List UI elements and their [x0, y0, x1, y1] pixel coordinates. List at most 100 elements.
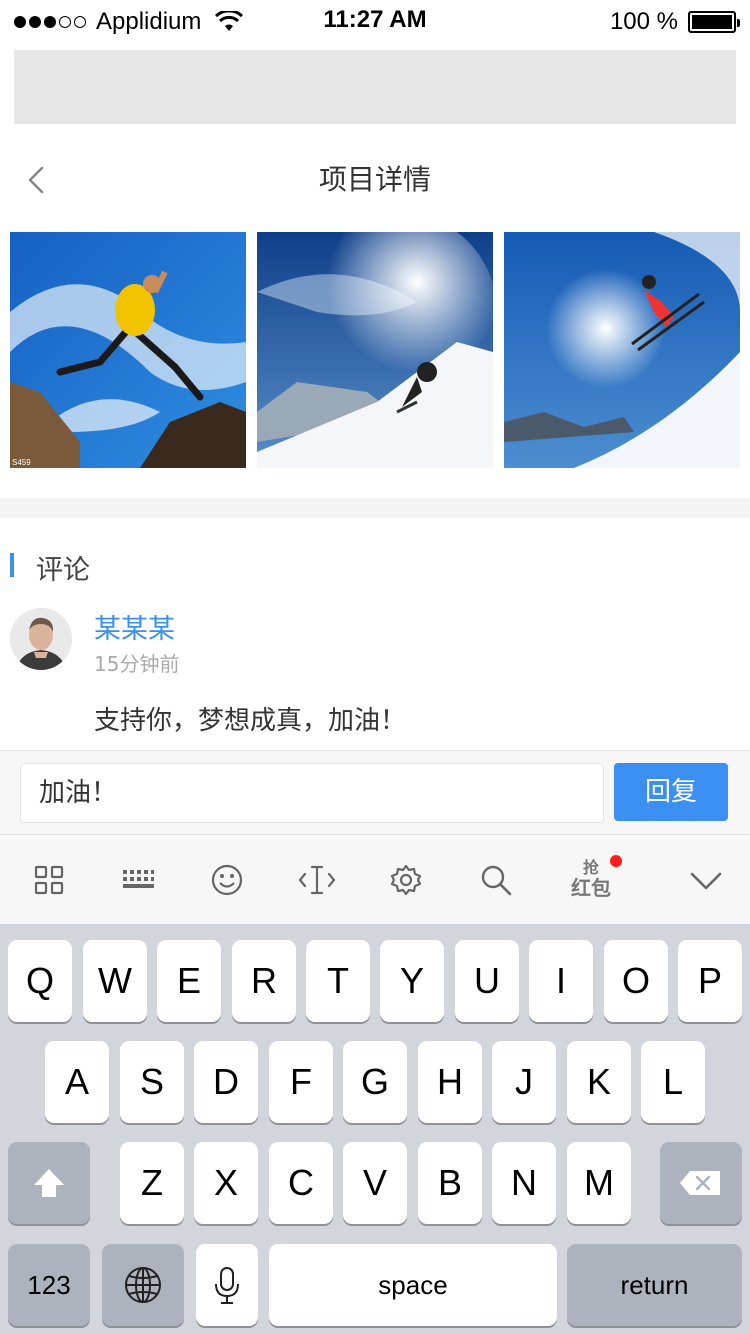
key-j[interactable]: J	[492, 1041, 556, 1123]
return-key[interactable]: return	[567, 1244, 742, 1326]
key-g[interactable]: G	[343, 1041, 407, 1123]
comments-title: 评论	[36, 555, 90, 586]
key-s[interactable]: S	[120, 1041, 184, 1123]
key-label: I	[555, 960, 566, 1001]
key-i[interactable]: I	[529, 940, 593, 1022]
skier-snow-spray-image[interactable]	[257, 232, 493, 468]
key-y[interactable]: Y	[380, 940, 444, 1022]
key-label: N	[511, 1162, 537, 1203]
key-n[interactable]: N	[492, 1142, 556, 1224]
photo-gallery: S459	[10, 232, 740, 468]
keyboard-toolbar: 抢 红包	[0, 834, 750, 924]
key-label: G	[360, 1061, 389, 1102]
key-b[interactable]: B	[418, 1142, 482, 1224]
battery-icon	[688, 11, 740, 33]
key-k[interactable]: K	[567, 1041, 631, 1123]
red-packet-label-bottom: 红包	[571, 876, 611, 900]
key-c[interactable]: C	[269, 1142, 333, 1224]
backspace-key[interactable]	[660, 1142, 742, 1224]
shift-icon	[34, 1169, 64, 1197]
key-label: W	[98, 960, 132, 1001]
section-divider	[0, 498, 750, 518]
key-label: R	[251, 960, 277, 1001]
backspace-icon	[680, 1171, 720, 1195]
key-label: U	[474, 960, 500, 1001]
notification-badge	[610, 855, 622, 867]
nav-bar: 项目详情	[0, 140, 750, 220]
key-label: P	[697, 960, 722, 1001]
reply-button[interactable]: 回复	[614, 763, 728, 821]
key-t[interactable]: T	[306, 940, 370, 1022]
key-label: E	[176, 960, 201, 1001]
key-o[interactable]: O	[604, 940, 668, 1022]
photo-caption: S459	[12, 458, 31, 467]
battery-percentage: 100 %	[609, 8, 678, 35]
key-label: F	[290, 1061, 312, 1102]
key-v[interactable]: V	[343, 1142, 407, 1224]
key-q[interactable]: Q	[8, 940, 72, 1022]
key-h[interactable]: H	[418, 1041, 482, 1123]
red-packet-icon[interactable]: 抢 红包	[568, 859, 614, 903]
comment-text: 支持你，梦想成真，加油！	[94, 706, 407, 736]
shift-key[interactable]	[8, 1142, 90, 1224]
keyboard-icon[interactable]	[118, 860, 158, 900]
status-bar: Applidium 11:27 AM 100 %	[0, 0, 750, 42]
skier-jumping-image[interactable]	[504, 232, 740, 468]
key-label: H	[437, 1061, 463, 1102]
space-key[interactable]: space	[269, 1244, 557, 1326]
comments-header: 评论	[0, 540, 750, 590]
microphone-icon	[215, 1267, 239, 1304]
globe-icon	[125, 1267, 161, 1303]
key-label: D	[213, 1061, 239, 1102]
search-icon[interactable]	[476, 860, 516, 900]
key-label: K	[586, 1061, 611, 1102]
key-r[interactable]: R	[232, 940, 296, 1022]
key-label: Z	[141, 1162, 163, 1203]
key-label: S	[139, 1061, 164, 1102]
page-title: 项目详情	[318, 163, 431, 196]
key-label: O	[621, 960, 650, 1001]
key-label: J	[515, 1061, 533, 1102]
status-right: 100 %	[609, 8, 740, 36]
emoji-icon[interactable]	[207, 860, 247, 900]
key-f[interactable]: F	[269, 1041, 333, 1123]
keyboard: Q W E R T Y U I O P A S D F G H J K L Z …	[0, 924, 750, 1334]
key-label: V	[362, 1162, 387, 1203]
key-l[interactable]: L	[641, 1041, 705, 1123]
key-e[interactable]: E	[157, 940, 221, 1022]
banner-placeholder	[14, 50, 736, 124]
key-label: Q	[25, 960, 54, 1001]
chevron-down-icon[interactable]	[686, 860, 726, 900]
key-label: A	[64, 1061, 89, 1102]
section-accent-bar	[10, 553, 14, 577]
key-w[interactable]: W	[83, 940, 147, 1022]
cursor-icon[interactable]	[297, 860, 337, 900]
numbers-key[interactable]: 123	[8, 1244, 90, 1326]
key-a[interactable]: A	[45, 1041, 109, 1123]
key-z[interactable]: Z	[120, 1142, 184, 1224]
settings-icon[interactable]	[386, 860, 426, 900]
key-label: C	[288, 1162, 314, 1203]
red-packet-label-top: 抢	[582, 858, 599, 877]
comment-item: 某某某 15分钟前 支持你，梦想成真，加油！	[0, 605, 750, 745]
microphone-key[interactable]	[196, 1244, 258, 1326]
comment-author[interactable]: 某某某	[94, 607, 175, 646]
reply-input[interactable]: 加油！	[20, 763, 604, 823]
key-label: Y	[399, 960, 424, 1001]
key-label: L	[662, 1061, 684, 1102]
key-label: T	[327, 960, 349, 1001]
grid-icon[interactable]	[29, 860, 69, 900]
key-label: B	[437, 1162, 462, 1203]
globe-key[interactable]	[102, 1244, 184, 1326]
key-label: X	[213, 1162, 238, 1203]
key-u[interactable]: U	[455, 940, 519, 1022]
key-m[interactable]: M	[567, 1142, 631, 1224]
reply-bar: 加油！ 回复	[0, 750, 750, 834]
key-x[interactable]: X	[194, 1142, 258, 1224]
climber-jumping-image[interactable]: S459	[10, 232, 246, 468]
comment-time: 15分钟前	[94, 652, 180, 676]
avatar[interactable]	[10, 608, 72, 670]
key-d[interactable]: D	[194, 1041, 258, 1123]
key-p[interactable]: P	[678, 940, 742, 1022]
key-label: M	[584, 1162, 614, 1203]
